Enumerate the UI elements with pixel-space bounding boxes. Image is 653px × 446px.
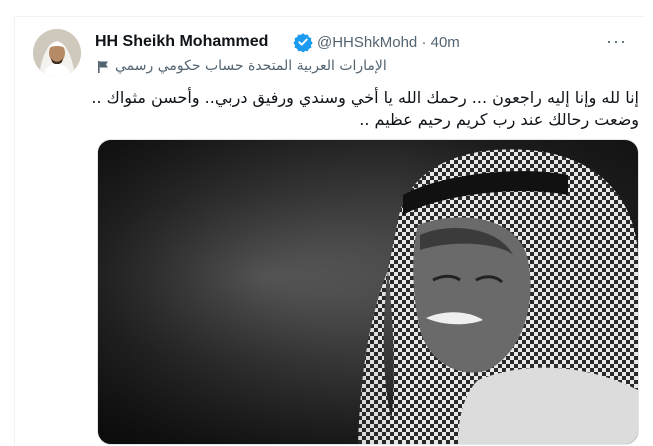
author-handle[interactable]: @HHShkMohd bbox=[317, 34, 417, 51]
verified-badge-icon bbox=[293, 33, 313, 52]
portrait-photo bbox=[98, 140, 638, 444]
author-avatar[interactable] bbox=[33, 29, 81, 77]
government-flag-icon bbox=[98, 61, 108, 73]
more-dots-icon[interactable]: ··· bbox=[606, 31, 627, 52]
author-name[interactable]: HH Sheikh Mohammed bbox=[95, 33, 268, 51]
author-handle-and-time[interactable]: @HHShkMohd · 40m bbox=[317, 34, 460, 51]
tweet-text-line: وضعت رحالك عند رب كريم رحيم عظيم .. bbox=[359, 110, 639, 129]
avatar-portrait bbox=[33, 29, 81, 77]
tweet-header: HH Sheikh Mohammed @HHShkMohd · 40m ··· bbox=[95, 31, 637, 53]
tweet-photo[interactable] bbox=[97, 139, 639, 445]
separator-dot: · bbox=[421, 34, 427, 51]
tweet-text: إنا لله وإنا إليه راجعون ... رحمك الله ي… bbox=[91, 87, 639, 131]
tweet-time[interactable]: 40m bbox=[431, 34, 460, 51]
tweet-text-line: إنا لله وإنا إليه راجعون ... رحمك الله ي… bbox=[91, 88, 639, 107]
tweet-card[interactable]: HH Sheikh Mohammed @HHShkMohd · 40m ··· … bbox=[14, 16, 645, 446]
account-label-text: الإمارات العربية المتحدة حساب حكومي رسمي bbox=[115, 58, 387, 74]
